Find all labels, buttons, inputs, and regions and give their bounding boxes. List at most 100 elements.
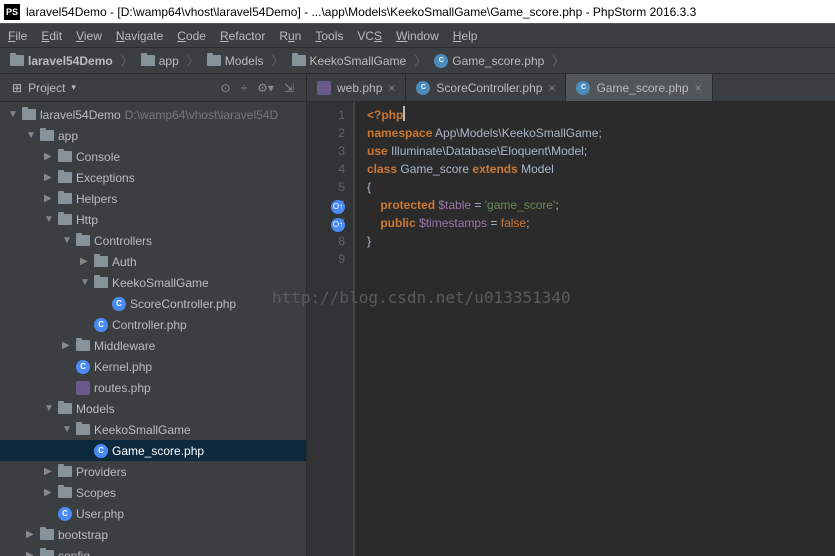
close-icon[interactable]: × — [388, 81, 395, 95]
override-icon[interactable]: O↑ — [331, 218, 345, 232]
tree-label: Kernel.php — [94, 360, 152, 374]
editor-tab[interactable]: CScoreController.php× — [406, 74, 566, 101]
sidebar-title[interactable]: ⊞ Project ▾ — [12, 81, 76, 95]
tree-item[interactable]: ▼ KeekoSmallGame — [0, 272, 306, 293]
tree-item[interactable]: ▶bootstrap — [0, 524, 306, 545]
override-icon[interactable]: O↑ — [331, 200, 345, 214]
editor-tabs: web.php×CScoreController.php× C Game_score… — [307, 74, 835, 102]
tree-arrow[interactable]: ▶ — [62, 340, 72, 351]
menu-window[interactable]: Window — [396, 29, 439, 43]
tree-arrow[interactable]: ▶ — [44, 487, 54, 498]
folder-icon — [141, 55, 155, 66]
tree-label: Controllers — [94, 234, 152, 248]
tree-item[interactable]: CGame_score.php — [0, 440, 306, 461]
bc-models[interactable]: Models — [207, 54, 264, 68]
titlebar-text: laravel54Demo - [D:\wamp64\vhost\laravel… — [26, 5, 696, 19]
tree-arrow[interactable]: ▶ — [44, 193, 54, 204]
folder-icon — [58, 487, 72, 498]
tree-arrow[interactable]: ▼ — [26, 130, 36, 141]
tree-arrow[interactable]: ▼ — [44, 403, 54, 414]
bc-root[interactable]: laravel54Demo — [10, 54, 113, 68]
bc-app[interactable]: app — [141, 54, 179, 68]
menu-vcs[interactable]: VCS — [357, 29, 382, 43]
tree-item[interactable]: ▶Scopes — [0, 482, 306, 503]
editor-tab[interactable]: web.php× — [307, 74, 406, 101]
bc-sep: 〉 — [121, 52, 133, 69]
menu-file[interactable]: File — [8, 29, 27, 43]
tree-label: config — [58, 549, 90, 556]
folder-icon — [10, 55, 24, 66]
tree-arrow[interactable]: ▼ — [62, 235, 72, 246]
tree-arrow[interactable]: ▶ — [26, 550, 36, 556]
menu-edit[interactable]: Edit — [41, 29, 62, 43]
tree-item[interactable]: ▶ config — [0, 545, 306, 556]
tree-item[interactable]: ▶ Middleware — [0, 335, 306, 356]
tree-item[interactable]: ▼app — [0, 125, 306, 146]
tree-arrow[interactable]: ▶ — [26, 529, 36, 540]
tree-item[interactable]: ▶Exceptions — [0, 167, 306, 188]
menu-view[interactable]: View — [76, 29, 102, 43]
tree-item[interactable]: ▶Auth — [0, 251, 306, 272]
project-icon: ⊞ — [12, 81, 22, 95]
menu-code[interactable]: Code — [177, 29, 206, 43]
project-tree[interactable]: ▼laravel54Demo D:\wamp64\vhost\laravel54… — [0, 102, 306, 556]
tree-arrow[interactable]: ▼ — [62, 424, 72, 435]
editor-tab[interactable]: C Game_score.php × — [566, 74, 712, 101]
class-icon: C — [112, 297, 126, 311]
bc-sep: 〉 — [187, 52, 199, 69]
code-content[interactable]: <?php namespace App\Models\KeekoSmallGam… — [355, 102, 835, 556]
tree-arrow[interactable]: ▶ — [44, 172, 54, 183]
tree-item[interactable]: ▼laravel54Demo D:\wamp64\vhost\laravel54… — [0, 104, 306, 125]
menu-refactor[interactable]: Refactor — [220, 29, 265, 43]
tree-item[interactable]: ▶Helpers — [0, 188, 306, 209]
tree-arrow[interactable]: ▶ — [44, 151, 54, 162]
chevron-down-icon: ▾ — [71, 82, 76, 93]
tree-item[interactable]: CController.php — [0, 314, 306, 335]
close-icon[interactable]: × — [695, 81, 702, 95]
tree-item[interactable]: ▼ Models — [0, 398, 306, 419]
folder-icon — [58, 214, 72, 225]
bc-sep: 〉 — [271, 52, 283, 69]
tree-item[interactable]: ▼ Controllers — [0, 230, 306, 251]
tree-item[interactable]: ▼Http — [0, 209, 306, 230]
tree-item[interactable]: ▶Providers — [0, 461, 306, 482]
close-icon[interactable]: × — [548, 81, 555, 95]
bc-keeko[interactable]: KeekoSmallGame — [292, 54, 407, 68]
menubar: File Edit View Navigate Code Refactor Ru… — [0, 24, 835, 48]
code-area[interactable]: 123456789 O↑ O↑ <?php namespace App\Mode… — [307, 102, 835, 556]
line-number: 9 — [307, 250, 345, 268]
tree-label: KeekoSmallGame — [94, 423, 191, 437]
tree-label: Middleware — [94, 339, 155, 353]
menu-run[interactable]: Run — [279, 29, 301, 43]
locate-icon[interactable]: ⊙ — [221, 81, 231, 95]
menu-tools[interactable]: Tools — [315, 29, 343, 43]
tab-label: Game_score.php — [596, 81, 688, 95]
tree-arrow[interactable]: ▼ — [44, 214, 54, 225]
bc-file[interactable]: CGame_score.php — [434, 54, 544, 68]
gear-icon[interactable]: ⚙▾ — [257, 81, 274, 95]
tree-arrow[interactable]: ▶ — [80, 256, 90, 267]
folder-icon — [207, 55, 221, 66]
tree-label: Models — [76, 402, 115, 416]
tree-item[interactable]: CUser.php — [0, 503, 306, 524]
menu-help[interactable]: Help — [453, 29, 478, 43]
main: ⊞ Project ▾ ⊙ ÷ ⚙▾ ⇲ ▼laravel54Demo D:\w… — [0, 74, 835, 556]
menu-navigate[interactable]: Navigate — [116, 29, 163, 43]
collapse-icon[interactable]: ÷ — [241, 81, 248, 95]
hide-icon[interactable]: ⇲ — [284, 81, 294, 95]
tree-arrow[interactable]: ▼ — [8, 109, 18, 120]
tree-label: KeekoSmallGame — [112, 276, 209, 290]
folder-icon — [76, 235, 90, 246]
tree-arrow[interactable]: ▼ — [80, 277, 90, 288]
tree-item[interactable]: routes.php — [0, 377, 306, 398]
folder-icon — [58, 193, 72, 204]
tree-item[interactable]: ▶Console — [0, 146, 306, 167]
tree-label: User.php — [76, 507, 124, 521]
tree-item[interactable]: CKernel.php — [0, 356, 306, 377]
tree-item[interactable]: C ScoreController.php — [0, 293, 306, 314]
tree-label: ScoreController.php — [130, 297, 236, 311]
tree-arrow[interactable]: ▶ — [44, 466, 54, 477]
php-icon: C — [576, 81, 590, 95]
php-icon: C — [434, 54, 448, 68]
tree-item[interactable]: ▼ KeekoSmallGame — [0, 419, 306, 440]
